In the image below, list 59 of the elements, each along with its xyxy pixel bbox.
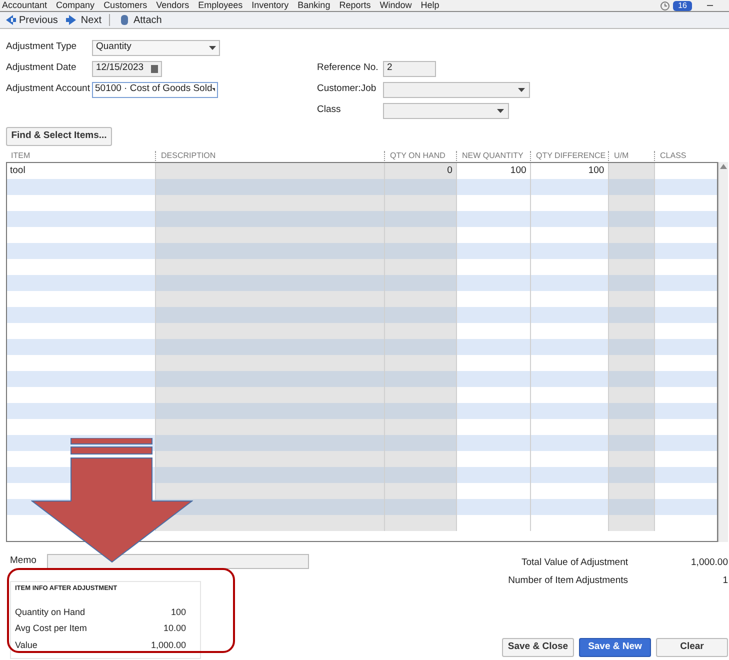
table-cell[interactable]: tool <box>7 164 155 178</box>
adjustment-type-dropdown[interactable]: Quantity <box>92 40 220 56</box>
total-value: 1 <box>722 574 728 588</box>
button[interactable]: Save & New <box>579 638 651 657</box>
info-value: 1,000.00 <box>150 638 186 652</box>
field-label: Class <box>317 103 342 118</box>
table-row[interactable] <box>7 435 717 451</box>
menu-item[interactable]: Accountant <box>2 0 48 11</box>
info-value: 100 <box>170 606 186 619</box>
column-header: QTY ON HAND <box>384 151 456 161</box>
find-select-items-button[interactable]: Find & Select Items... <box>6 127 112 146</box>
field-label: Adjustment Date <box>6 61 78 76</box>
field-label: Memo <box>10 554 38 568</box>
reference-field[interactable]: 2 <box>383 60 436 76</box>
info-value: 10.00 <box>163 622 186 636</box>
attach-button[interactable]: Attach <box>118 12 162 28</box>
menu-item[interactable]: Reports <box>339 0 371 11</box>
column-header: CLASS <box>654 151 718 161</box>
menu-item[interactable]: Window <box>380 0 412 11</box>
menu-item[interactable]: Help <box>420 0 440 11</box>
column-header: ITEM <box>10 151 32 161</box>
total-value: 1,000.00 <box>690 556 728 570</box>
menu-item[interactable]: Vendors <box>156 0 190 11</box>
menu-item[interactable]: Company <box>56 0 95 11</box>
button[interactable]: Clear <box>656 638 728 657</box>
table-cell[interactable]: 0 <box>383 164 456 178</box>
adjustment-account-dropdown[interactable]: 50100 · Cost of Goods Sold <box>92 82 218 98</box>
column-header: NEW QUANTITY <box>456 151 530 161</box>
next-button[interactable]: Next <box>66 12 102 28</box>
calendar-icon[interactable] <box>151 64 158 72</box>
scrollbar[interactable] <box>718 162 728 542</box>
button[interactable]: Save & Close <box>502 638 574 657</box>
menu-item[interactable]: Customers <box>104 0 148 11</box>
scroll-up-icon[interactable] <box>720 164 727 169</box>
reminder-badge[interactable]: 16 <box>673 0 692 10</box>
field-label: Adjustment Type <box>6 40 78 54</box>
info-label: Avg Cost per Item <box>15 622 87 636</box>
total-label: Number of Item Adjustments <box>508 574 628 588</box>
clock-icon[interactable] <box>660 0 670 10</box>
table-cell[interactable]: 100 <box>529 164 608 178</box>
memo-field[interactable] <box>47 554 309 569</box>
right-arrow-icon <box>66 14 78 26</box>
field-label: Adjustment Account <box>6 82 91 96</box>
menu-item[interactable]: Banking <box>298 0 330 11</box>
column-header: QTY DIFFERENCE <box>530 151 608 161</box>
field-label: Reference No. <box>317 61 380 76</box>
total-label: Total Value of Adjustment <box>520 556 628 570</box>
column-header: DESCRIPTION <box>155 151 384 161</box>
info-label: Quantity on Hand <box>15 606 86 619</box>
column-header: U/M <box>608 151 654 161</box>
date-field[interactable]: 12/15/2023 <box>92 60 162 76</box>
info-label: Value <box>15 638 38 652</box>
menu-item[interactable]: Inventory <box>252 0 289 11</box>
menu-item[interactable]: Employees <box>198 0 243 11</box>
prev-button[interactable]: Previous <box>4 12 58 28</box>
minimize-icon[interactable] <box>707 5 713 6</box>
field-label: Customer:Job <box>317 82 378 96</box>
table-cell[interactable]: 100 <box>455 164 530 178</box>
left-arrow-icon <box>4 14 16 26</box>
